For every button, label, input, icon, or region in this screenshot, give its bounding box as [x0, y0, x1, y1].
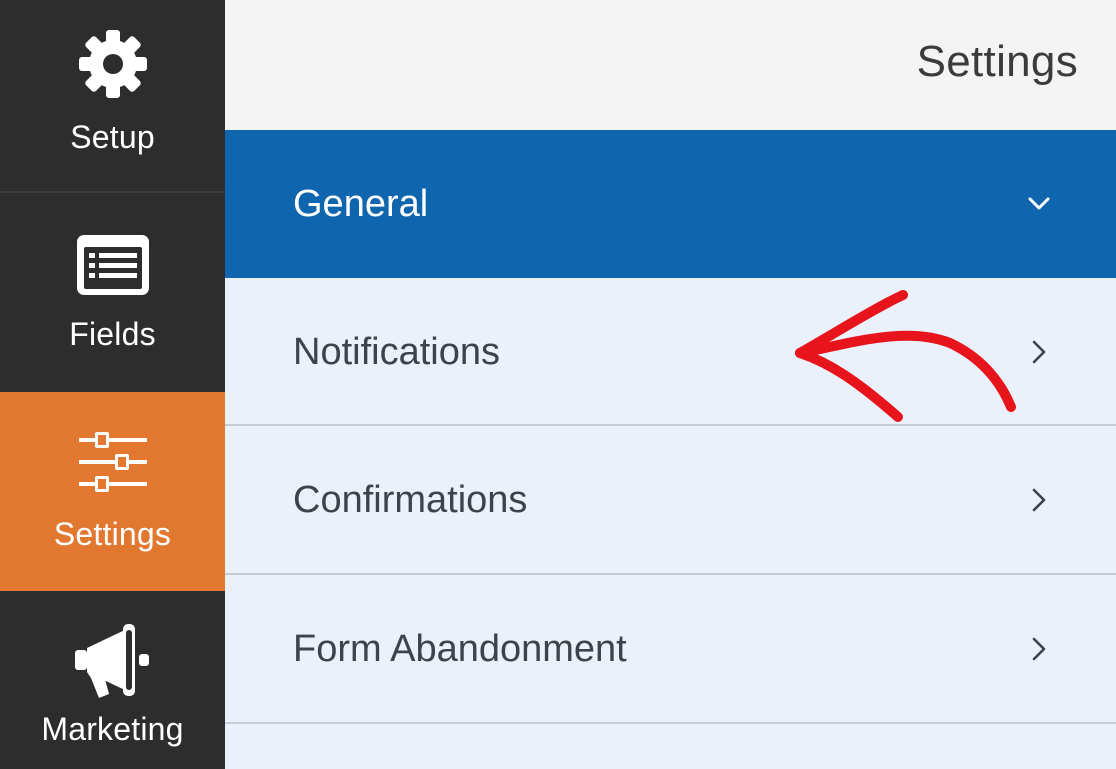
sidebar-item-label: Fields	[69, 316, 156, 352]
panel-label: Notifications	[293, 331, 500, 373]
chevron-right-icon	[1032, 637, 1046, 661]
sidebar-item-label: Setup	[70, 119, 155, 155]
sidebar-item-setup[interactable]: Setup	[0, 0, 225, 193]
chevron-down-icon	[1028, 197, 1050, 210]
chevron-right-icon	[1032, 488, 1046, 512]
chevron-right-icon	[1032, 340, 1046, 364]
sidebar-item-fields[interactable]: Fields	[0, 195, 225, 391]
panel-label: Confirmations	[293, 479, 528, 521]
sidebar-item-label: Settings	[53, 516, 172, 552]
panel-notifications[interactable]: Notifications	[225, 278, 1116, 426]
panel-label: Form Abandonment	[293, 628, 627, 670]
builder-sidebar: Setup Fields Settings Marketing	[0, 0, 225, 769]
form-builder-window: Setup Fields Settings Marketing Settings…	[0, 0, 1116, 769]
panel-label: General	[293, 183, 429, 225]
gear-icon	[78, 30, 147, 98]
panel-confirmations[interactable]: Confirmations	[225, 426, 1116, 575]
sidebar-item-marketing[interactable]: Marketing	[0, 591, 225, 769]
list-icon	[76, 235, 149, 295]
megaphone-icon	[74, 624, 149, 698]
sidebar-item-settings[interactable]: Settings	[0, 392, 225, 591]
page-title: Settings	[916, 37, 1078, 86]
panel-form-abandonment[interactable]: Form Abandonment	[225, 575, 1116, 724]
settings-header: Settings	[225, 0, 1116, 130]
sliders-icon	[78, 432, 147, 492]
panel-general[interactable]: General	[225, 130, 1116, 278]
settings-main: Settings General Notifications Confirmat…	[225, 0, 1116, 769]
sidebar-item-label: Marketing	[41, 711, 184, 747]
